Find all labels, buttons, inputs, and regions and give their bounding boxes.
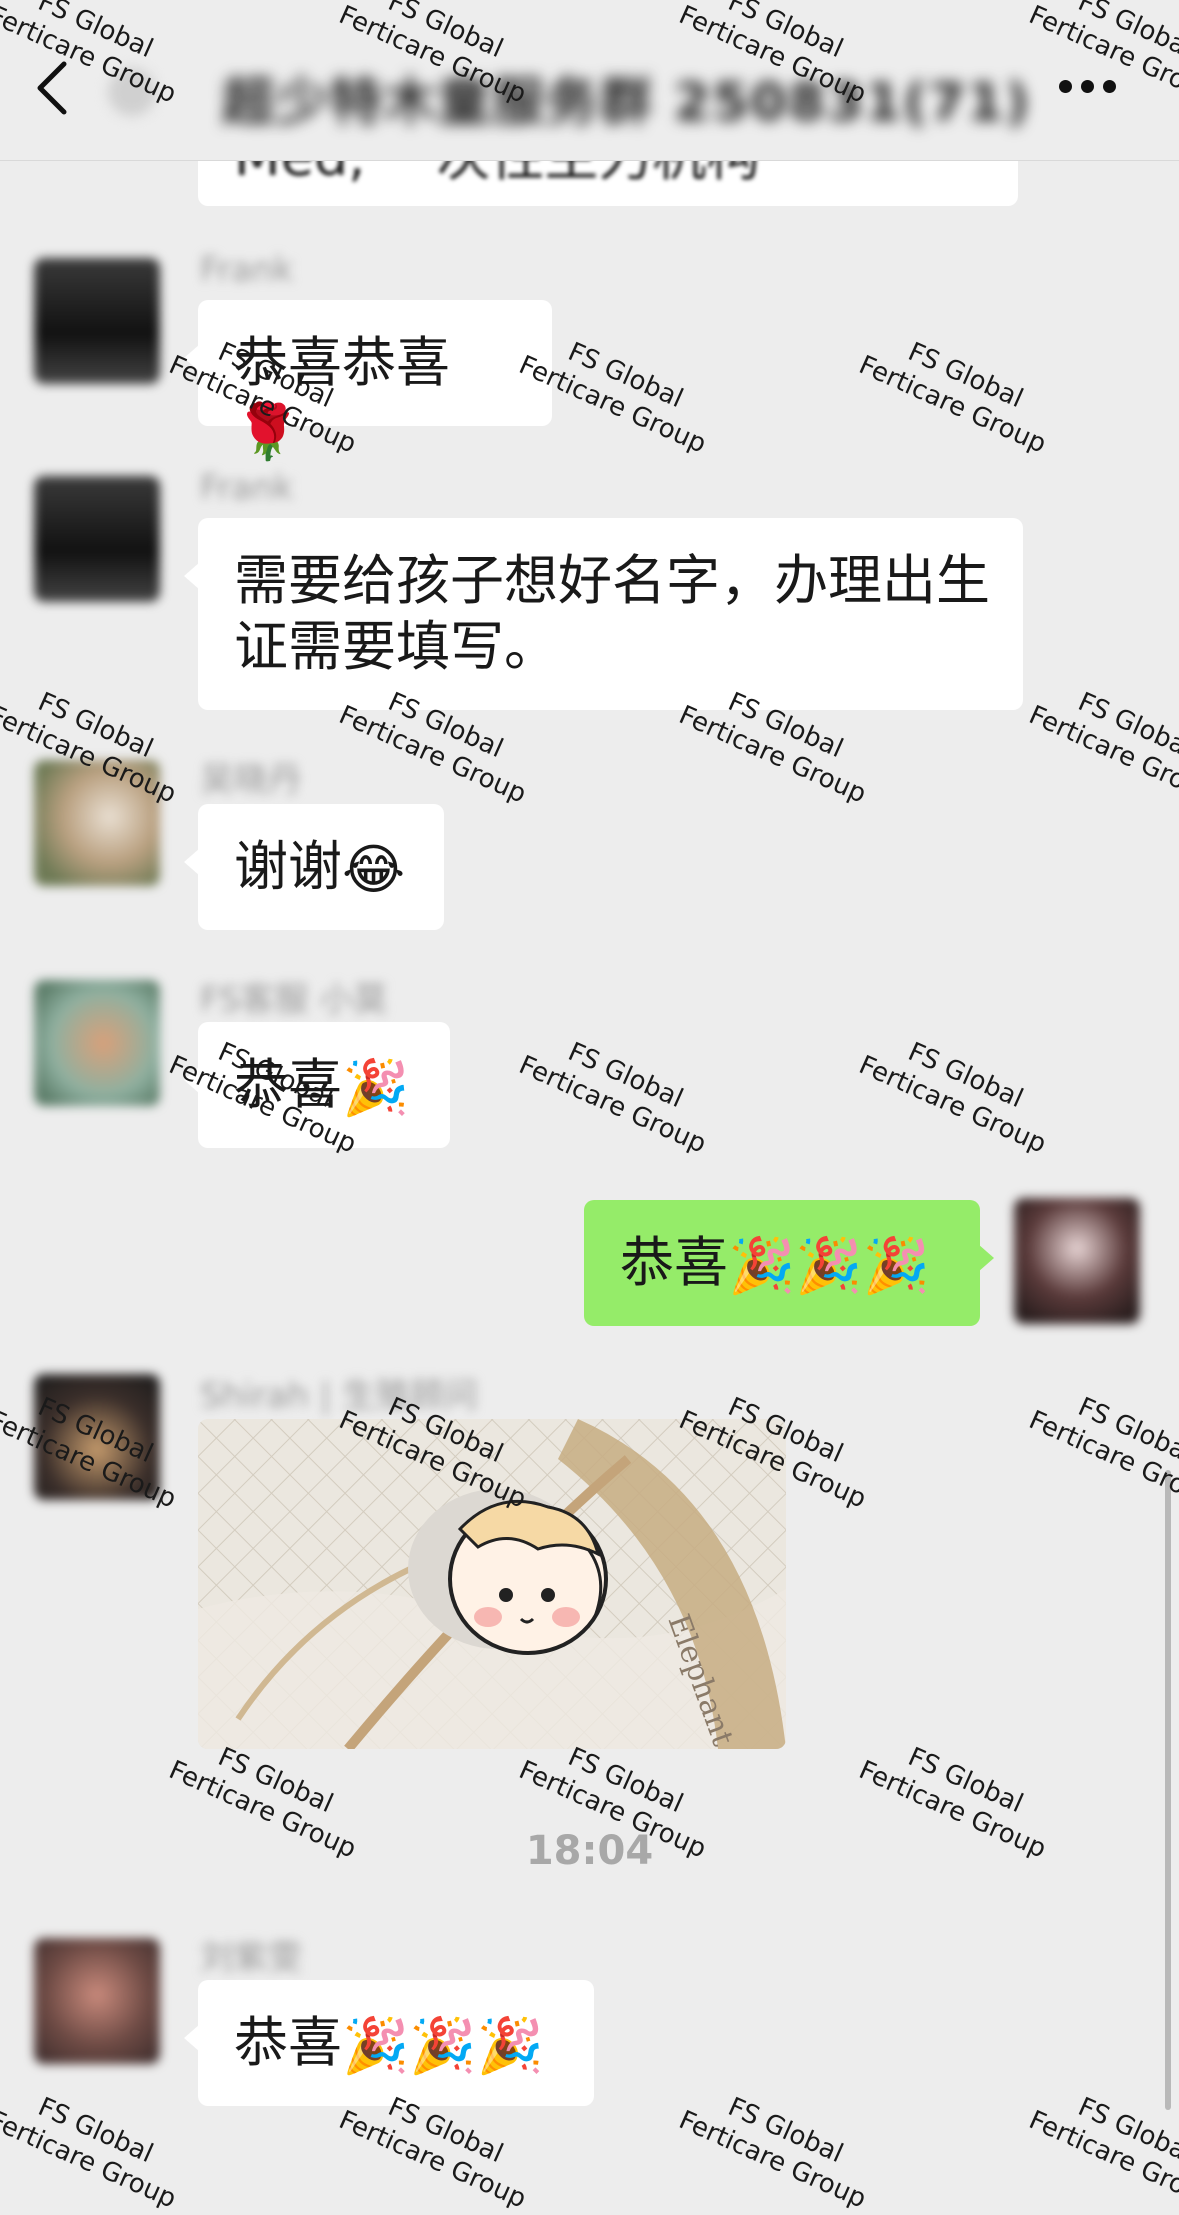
sender-name: FS客服 小莫 [200,980,388,1020]
chevron-left-icon [37,61,67,115]
watermark-text: FS Global Ferticare Group [1024,2092,1179,2215]
message-text: 恭喜 [234,2011,342,2074]
more-options-button[interactable] [1059,78,1129,108]
watermark-text: FS Global Ferticare Group [674,2092,871,2215]
avatar[interactable] [34,980,160,1106]
my-message-bubble[interactable]: 恭喜🎉🎉🎉 [584,1200,994,1326]
avatar[interactable] [34,1938,160,2064]
message-bubble[interactable]: 需要给孩子想好名字，办理出生证需要填写。 [184,518,1023,710]
watermark-text: FS Global Ferticare Group [514,1037,711,1160]
baby-sticker-icon [448,1499,608,1655]
message-bubble[interactable]: 恭喜🎉🎉🎉 [184,1980,594,2106]
party-popper-icon: 🎉🎉🎉 [342,2014,544,2078]
message-text: 恭喜 [620,1231,728,1294]
party-popper-icon: 🎉🎉🎉 [728,1234,930,1298]
chat-title[interactable]: 超少特木童服务群 250831(71) [222,60,1031,135]
sender-name: Frank [200,468,294,508]
sender-name: Frank [200,250,294,290]
avatar[interactable] [34,258,160,384]
watermark-text: FS Global Ferticare Group [1024,1392,1179,1515]
ellipsis-icon [1059,80,1072,93]
scrollbar[interactable] [1165,1470,1171,2110]
sender-name: 刘紫雯 [200,1938,302,1978]
my-avatar[interactable] [1014,1198,1140,1324]
watermark-text: FS Global Ferticare Group [854,1037,1051,1160]
message-text: 谢谢 [234,835,342,898]
sender-name: 吴晓丹 [200,760,302,800]
avatar[interactable] [34,476,160,602]
laughing-emoji-icon: 😂 [342,838,406,902]
message-bubble[interactable]: 谢谢😂 [184,804,444,930]
watermark-text: FS Global Ferticare Group [1024,687,1179,810]
watermark-text: FS Global Ferticare Group [854,337,1051,460]
watermark-text: FS Global Ferticare Group [0,2092,181,2215]
watermark-text: FS Global Ferticare Group [514,337,711,460]
message-text: 需要给孩子想好名字，办理出生证需要填写。 [234,549,990,678]
